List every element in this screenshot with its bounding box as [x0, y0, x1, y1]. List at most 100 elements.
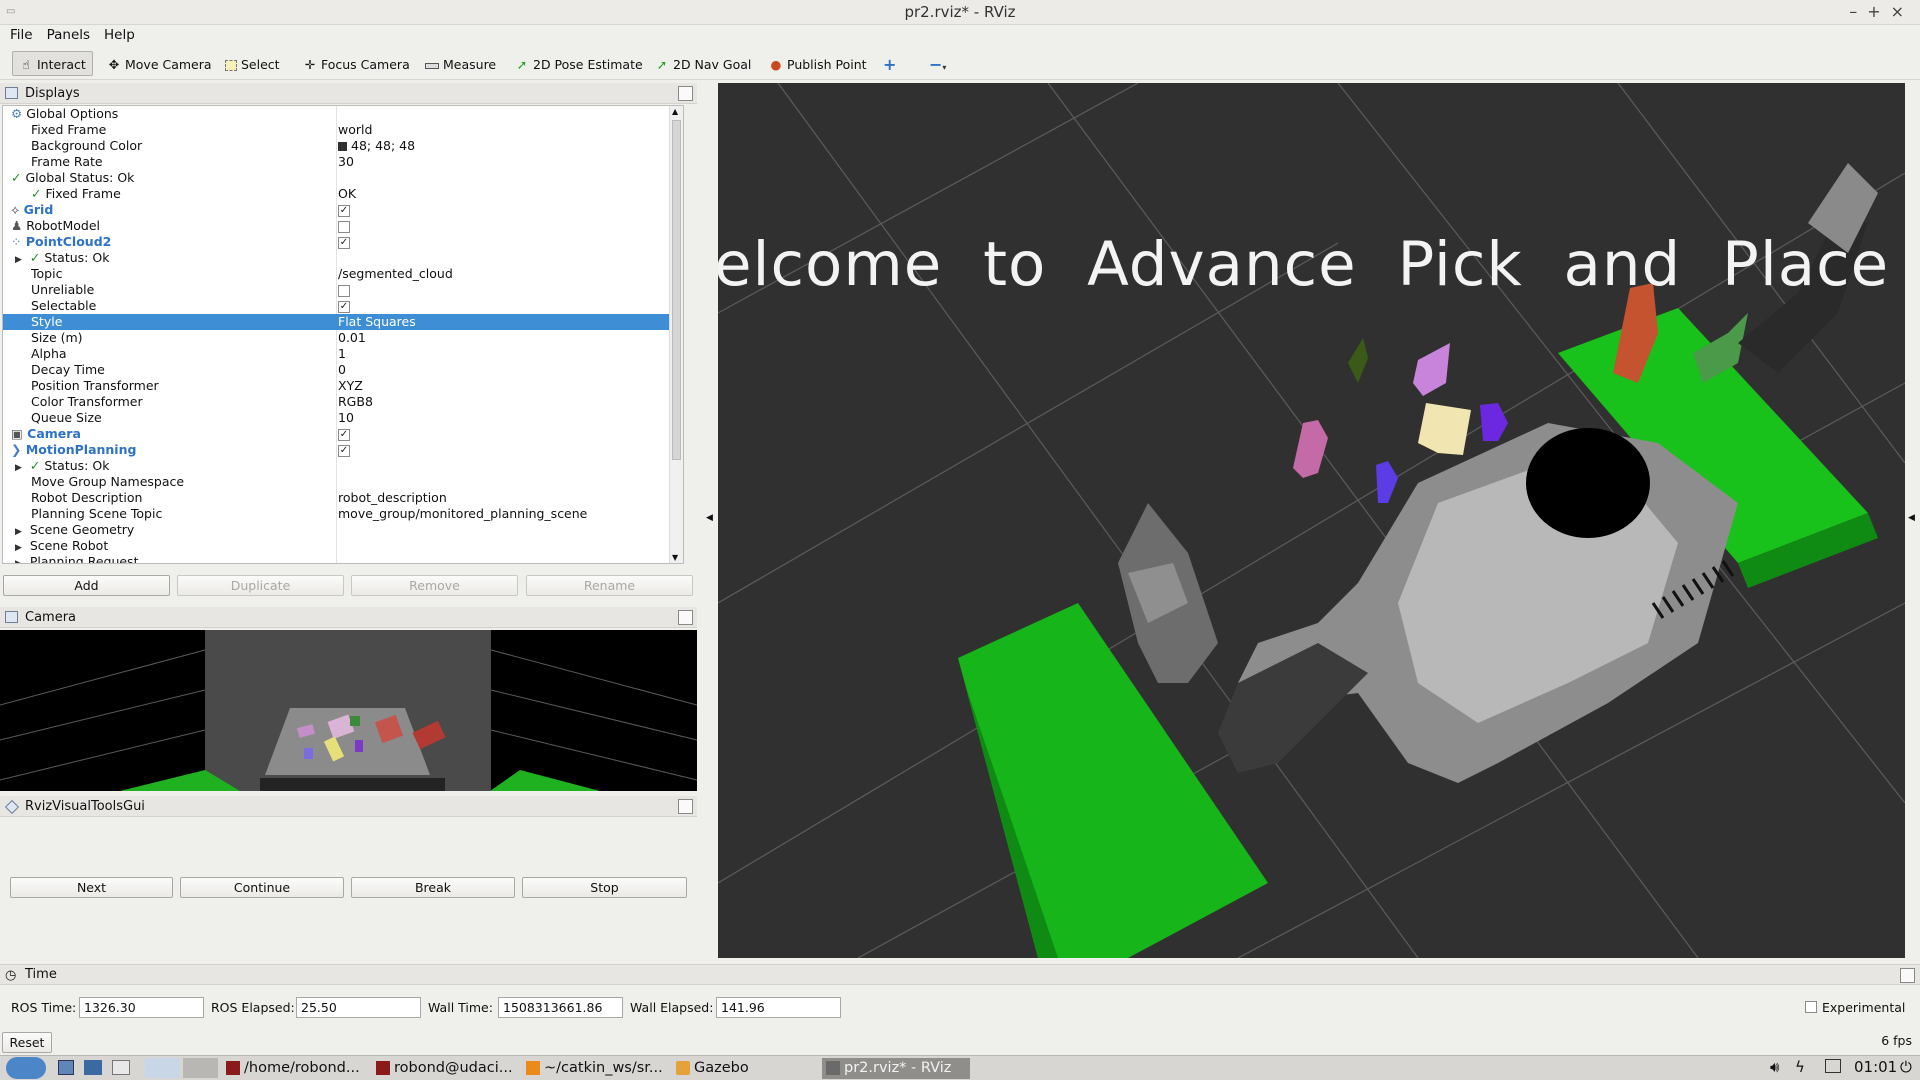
tree-row-position-transformer[interactable]: Position Transformer XYZ: [3, 378, 683, 394]
tree-row-robotmodel[interactable]: ♟ RobotModel: [3, 218, 683, 234]
panel-splitter[interactable]: ◀: [702, 83, 716, 958]
menu-file[interactable]: File: [0, 25, 33, 46]
tool-publish-point[interactable]: ● Publish Point: [762, 51, 874, 76]
task-terminal[interactable]: robond@udaci...: [372, 1058, 520, 1079]
collapse-right-arrow-icon[interactable]: ◀: [1908, 513, 1915, 523]
collapse-left-arrow-icon[interactable]: ◀: [706, 513, 713, 523]
tree-row-global-options[interactable]: ⚙ Global Options: [3, 106, 683, 122]
continue-button[interactable]: Continue: [180, 877, 344, 898]
tool-measure[interactable]: Measure: [418, 51, 503, 76]
tree-row-scene-geometry[interactable]: ▶ Scene Geometry: [3, 522, 683, 538]
tree-row-fixed-frame[interactable]: Fixed Frame world: [3, 122, 683, 138]
panel-float-button[interactable]: [1900, 968, 1915, 983]
panel-float-button[interactable]: [678, 86, 693, 101]
stop-button[interactable]: Stop: [522, 877, 687, 898]
workspace-2-button[interactable]: [183, 1058, 218, 1078]
file-manager-icon[interactable]: [58, 1060, 74, 1075]
tree-row-motionplanning[interactable]: ❯ MotionPlanning ✓: [3, 442, 683, 458]
close-button[interactable]: ×: [1891, 2, 1914, 21]
camera-image-view[interactable]: [0, 630, 697, 791]
taskbar-clock[interactable]: 01:01: [1854, 1058, 1897, 1076]
right-dock-edge[interactable]: ◀: [1905, 83, 1920, 958]
tool-interact[interactable]: ☝ Interact: [12, 51, 93, 76]
tree-row-unreliable[interactable]: Unreliable: [3, 282, 683, 298]
expand-arrow-icon[interactable]: ▶: [15, 463, 22, 473]
tree-row-decay-time[interactable]: Decay Time 0: [3, 362, 683, 378]
tree-row-fixed-frame-status[interactable]: ✓ Fixed Frame OK: [3, 186, 683, 202]
tree-row-frame-rate[interactable]: Frame Rate 30: [3, 154, 683, 170]
tool-2d-pose-estimate[interactable]: ➚ 2D Pose Estimate: [508, 51, 650, 76]
next-button[interactable]: Next: [10, 877, 173, 898]
task-file-manager[interactable]: /home/robond...: [222, 1058, 370, 1079]
expand-arrow-icon[interactable]: ▶: [15, 255, 22, 265]
break-button[interactable]: Break: [351, 877, 515, 898]
tree-row-move-group-namespace[interactable]: Move Group Namespace: [3, 474, 683, 490]
workspace-1-button[interactable]: [145, 1058, 180, 1078]
shutdown-icon[interactable]: ⏻: [1900, 1058, 1912, 1076]
task-rviz[interactable]: pr2.rviz* - RViz: [822, 1058, 970, 1079]
expand-arrow-icon[interactable]: ▶: [15, 559, 22, 563]
tree-row-selectable[interactable]: Selectable ✓: [3, 298, 683, 314]
reset-button[interactable]: Reset: [2, 1032, 52, 1053]
rename-display-button[interactable]: Rename: [526, 575, 693, 596]
panel-float-button[interactable]: [678, 610, 693, 625]
motionplanning-enabled-checkbox[interactable]: ✓: [338, 444, 350, 457]
tree-row-grid[interactable]: ⟡ Grid ✓: [3, 202, 683, 218]
tree-row-scene-robot[interactable]: ▶ Scene Robot: [3, 538, 683, 554]
row-value[interactable]: Flat Squares: [338, 314, 416, 330]
tool-select[interactable]: Select: [218, 51, 287, 76]
tree-row-robot-description[interactable]: Robot Description robot_description: [3, 490, 683, 506]
tree-row-color-transformer[interactable]: Color Transformer RGB8: [3, 394, 683, 410]
tree-row-queue-size[interactable]: Queue Size 10: [3, 410, 683, 426]
minimize-button[interactable]: –: [1849, 2, 1867, 21]
expand-arrow-icon[interactable]: ▶: [15, 527, 22, 537]
ros-elapsed-field[interactable]: 25.50: [296, 997, 421, 1018]
tree-row-style[interactable]: Style Flat Squares: [3, 314, 683, 330]
panel-float-button[interactable]: [678, 799, 693, 814]
tool-focus-camera[interactable]: ✛ Focus Camera: [296, 51, 417, 76]
duplicate-display-button[interactable]: Duplicate: [177, 575, 344, 596]
maximize-button[interactable]: +: [1867, 2, 1890, 21]
experimental-checkbox[interactable]: [1805, 1001, 1817, 1013]
tree-row-alpha[interactable]: Alpha 1: [3, 346, 683, 362]
tree-scrollbar[interactable]: ▲ ▼: [669, 106, 683, 563]
ros-time-field[interactable]: 1326.30: [79, 997, 204, 1018]
remove-display-button[interactable]: Remove: [351, 575, 518, 596]
scroll-down-arrow-icon[interactable]: ▼: [672, 553, 678, 562]
tree-row-camera[interactable]: ▣ Camera ✓: [3, 426, 683, 442]
wall-time-field[interactable]: 1508313661.86: [498, 997, 623, 1018]
tree-row-topic[interactable]: Topic /segmented_cloud: [3, 266, 683, 282]
render-3d-view[interactable]: elcome to Advance Pick and Place: [718, 83, 1905, 958]
start-menu-button[interactable]: [6, 1057, 46, 1079]
tree-row-size[interactable]: Size (m) 0.01: [3, 330, 683, 346]
selectable-checkbox[interactable]: ✓: [338, 300, 350, 313]
grid-enabled-checkbox[interactable]: ✓: [338, 204, 350, 217]
menu-help[interactable]: Help: [94, 25, 135, 46]
browser-icon[interactable]: [84, 1060, 102, 1075]
pointcloud2-enabled-checkbox[interactable]: ✓: [338, 236, 350, 249]
tree-row-pointcloud2[interactable]: ⁘ PointCloud2 ✓: [3, 234, 683, 250]
desktop-icon[interactable]: [112, 1060, 130, 1075]
task-gazebo[interactable]: Gazebo: [672, 1058, 820, 1079]
tool-2d-nav-goal[interactable]: ➚ 2D Nav Goal: [648, 51, 758, 76]
tree-row-motionplanning-status[interactable]: ▶ ✓ Status: Ok: [3, 458, 683, 474]
unreliable-checkbox[interactable]: [338, 284, 350, 297]
expand-arrow-icon[interactable]: ▶: [15, 543, 22, 553]
tool-move-camera[interactable]: ✥ Move Camera: [100, 51, 219, 76]
wall-elapsed-field[interactable]: 141.96: [716, 997, 841, 1018]
add-display-button[interactable]: Add: [3, 575, 170, 596]
tree-row-pointcloud-status[interactable]: ▶ ✓ Status: Ok: [3, 250, 683, 266]
tree-row-planning-scene-topic[interactable]: Planning Scene Topic move_group/monitore…: [3, 506, 683, 522]
menu-panels[interactable]: Panels: [37, 25, 90, 46]
task-sublime[interactable]: ~/catkin_ws/sr...: [522, 1058, 670, 1079]
remove-tool-button[interactable]: −▾: [922, 51, 953, 76]
robotmodel-enabled-checkbox[interactable]: [338, 220, 350, 233]
network-icon[interactable]: [1825, 1059, 1841, 1073]
volume-icon[interactable]: 🔊︎: [1770, 1058, 1779, 1076]
displays-property-tree[interactable]: ⚙ Global Options Fixed Frame world Backg…: [2, 105, 684, 564]
camera-enabled-checkbox[interactable]: ✓: [338, 428, 350, 441]
scroll-up-arrow-icon[interactable]: ▲: [672, 107, 678, 116]
tree-row-background-color[interactable]: Background Color 48; 48; 48: [3, 138, 683, 154]
scrollbar-thumb[interactable]: [672, 120, 681, 460]
tree-row-global-status[interactable]: ✓ Global Status: Ok: [3, 170, 683, 186]
